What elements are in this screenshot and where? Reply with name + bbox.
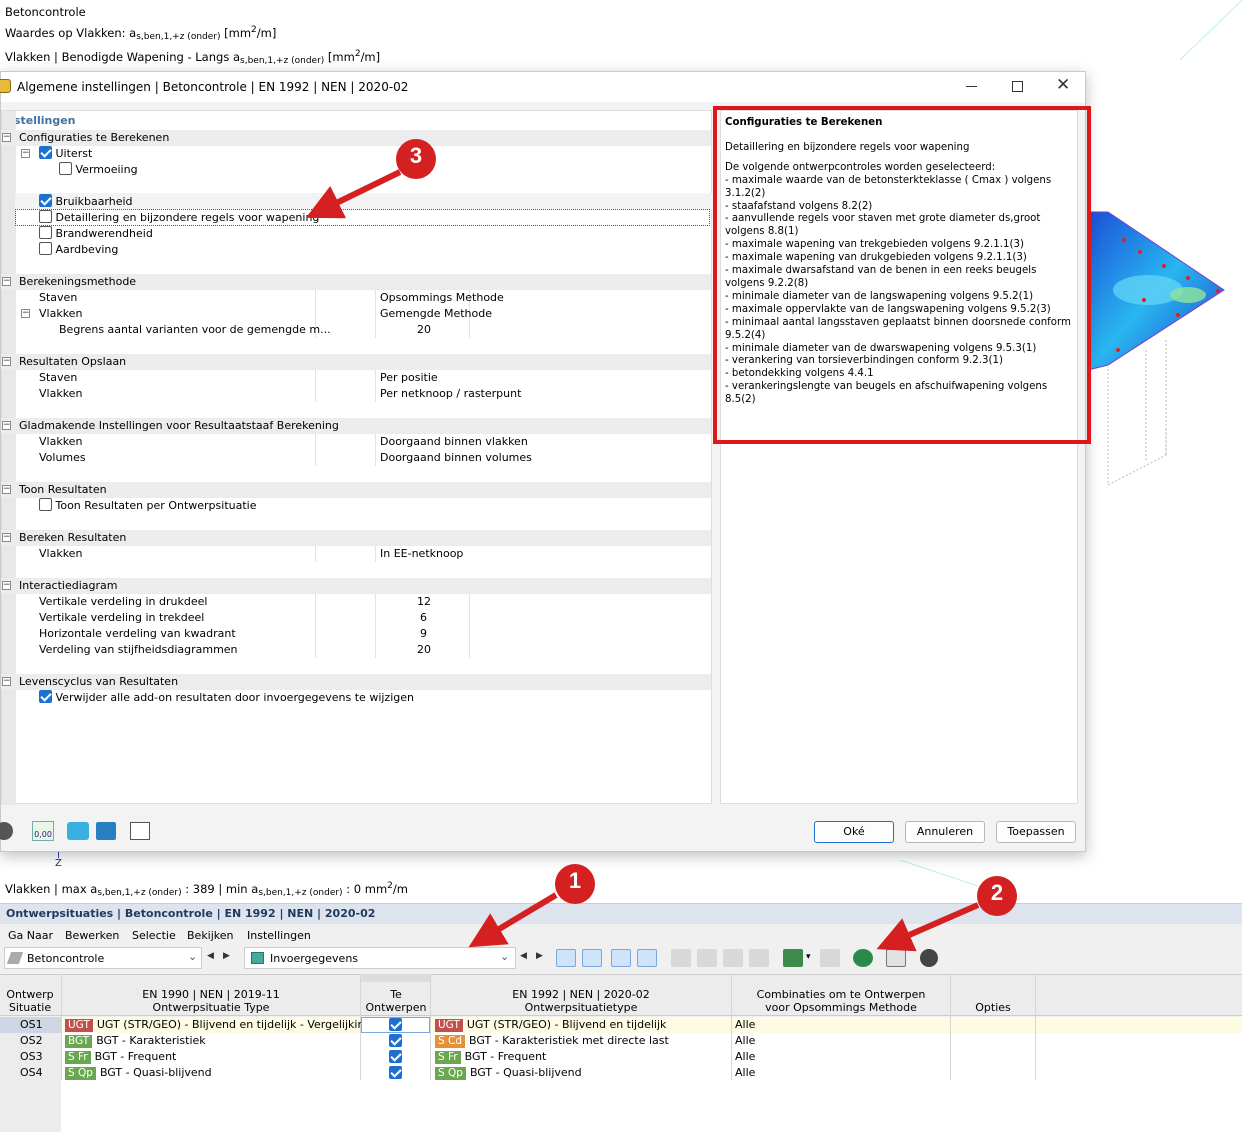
callout-1-label: 1 [568, 868, 582, 893]
callout-2-label: 2 [990, 880, 1004, 905]
arrow-1 [468, 892, 558, 948]
screen: Betoncontrole Waardes op Vlakken: as,ben… [0, 0, 1242, 1132]
arrow-3 [305, 169, 402, 219]
annotation-overlay [305, 139, 1017, 952]
callout-3-label: 3 [409, 143, 423, 168]
arrow-2 [876, 902, 980, 952]
